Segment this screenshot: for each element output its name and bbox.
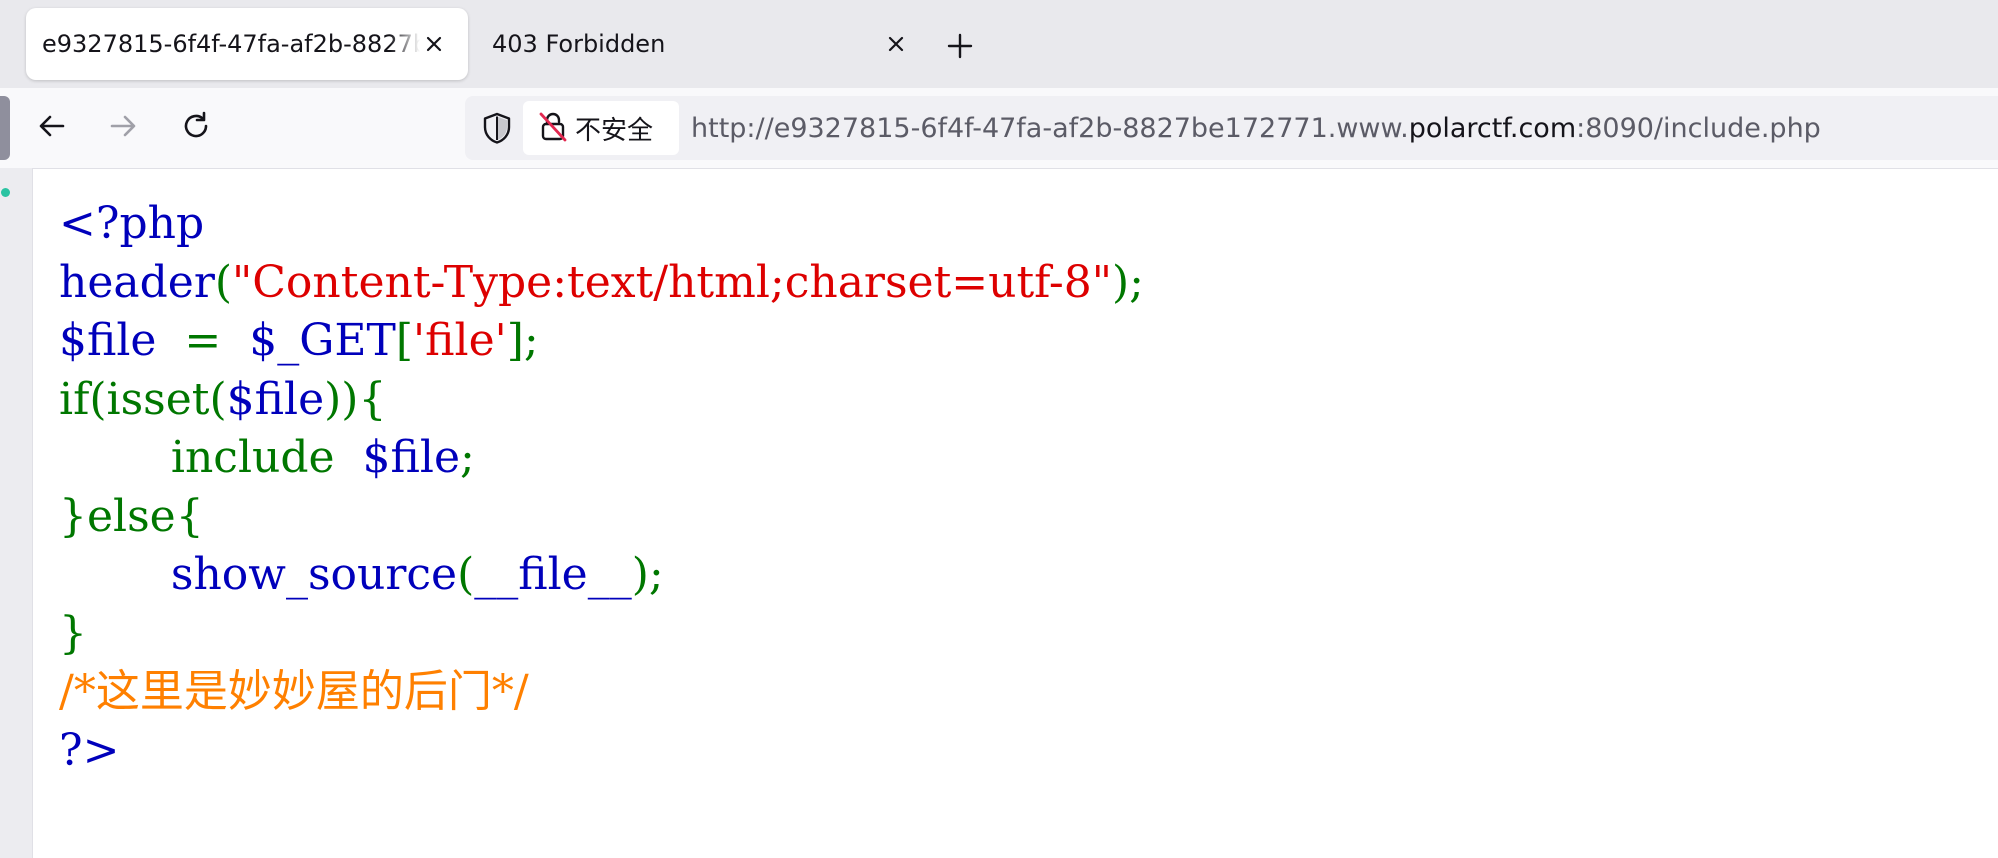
navigation-toolbar: 不安全 http://e9327815-6f4f-47fa-af2b-8827b… bbox=[0, 88, 1998, 168]
code-line: ?> bbox=[59, 722, 1144, 781]
url-display[interactable]: http://e9327815-6f4f-47fa-af2b-8827be172… bbox=[691, 96, 1821, 160]
code-token: $_GET bbox=[249, 315, 396, 366]
code-line: show_source(__file__); bbox=[59, 546, 1144, 605]
lock-slash-icon bbox=[539, 110, 567, 146]
arrow-left-icon bbox=[36, 110, 68, 146]
tab-strip: e9327815-6f4f-47fa-af2b-8827be172771.www… bbox=[0, 0, 1998, 88]
tab-title: e9327815-6f4f-47fa-af2b-8827be172771.www… bbox=[42, 30, 420, 58]
shield-icon[interactable] bbox=[479, 110, 515, 146]
code-token: ); bbox=[1111, 256, 1144, 308]
url-suffix: :8090/include.php bbox=[1576, 112, 1821, 144]
arrow-right-icon bbox=[107, 110, 139, 146]
tab-title: 403 Forbidden bbox=[492, 30, 666, 58]
php-close-tag: ?> bbox=[59, 724, 120, 776]
code-line: } bbox=[59, 605, 1144, 664]
code-token: }else{ bbox=[59, 490, 204, 542]
code-comment: /*这里是妙妙屋的后门*/ bbox=[59, 666, 529, 717]
sidebar-toggle[interactable] bbox=[0, 96, 10, 160]
address-bar[interactable]: 不安全 http://e9327815-6f4f-47fa-af2b-8827b… bbox=[465, 96, 1998, 160]
code-token: ]; bbox=[506, 315, 539, 366]
code-token: ( bbox=[457, 549, 475, 600]
code-string: 'file' bbox=[413, 315, 507, 366]
site-security-button[interactable]: 不安全 bbox=[523, 101, 679, 155]
code-line: /*这里是妙妙屋的后门*/ bbox=[59, 663, 1144, 722]
tab-include-php[interactable]: e9327815-6f4f-47fa-af2b-8827be172771.www… bbox=[26, 8, 468, 80]
code-token: $file bbox=[362, 432, 460, 483]
code-line: include $file; bbox=[59, 429, 1144, 488]
plus-icon[interactable] bbox=[940, 26, 980, 66]
indicator-dot bbox=[1, 188, 10, 197]
code-line: if(isset($file)){ bbox=[59, 371, 1144, 430]
code-line: $file = $_GET['file']; bbox=[59, 312, 1144, 371]
code-line: }else{ bbox=[59, 488, 1144, 547]
code-token: ); bbox=[631, 549, 664, 600]
code-token: } bbox=[59, 607, 87, 659]
code-token: [ bbox=[395, 315, 414, 366]
code-token: include bbox=[170, 432, 363, 483]
close-icon[interactable] bbox=[420, 30, 448, 58]
code-token: $file bbox=[59, 315, 157, 366]
tab-403-forbidden[interactable]: 403 Forbidden bbox=[476, 8, 916, 80]
code-line: header("Content-Type:text/html;charset=u… bbox=[59, 254, 1144, 313]
url-prefix: http://e9327815-6f4f-47fa-af2b-8827be172… bbox=[691, 112, 1409, 144]
close-icon[interactable] bbox=[882, 30, 910, 58]
code-token: show_source bbox=[170, 549, 458, 600]
code-token: )){ bbox=[324, 373, 387, 425]
code-string: "Content-Type:text/html;charset=utf-8" bbox=[232, 256, 1112, 308]
code-token: header bbox=[59, 256, 215, 308]
code-token: ( bbox=[214, 256, 233, 308]
code-token: if(isset( bbox=[59, 373, 227, 425]
code-token: ; bbox=[459, 432, 475, 483]
back-button[interactable] bbox=[26, 102, 78, 154]
code-token: __file__ bbox=[474, 549, 632, 600]
code-token: $file bbox=[226, 373, 325, 425]
code-token: = bbox=[156, 315, 250, 366]
reload-button[interactable] bbox=[170, 102, 222, 154]
forward-button[interactable] bbox=[97, 102, 149, 154]
code-line: <?php bbox=[59, 195, 1144, 254]
security-label: 不安全 bbox=[575, 115, 654, 146]
url-host: polarctf.com bbox=[1408, 112, 1577, 144]
php-open-tag: <?php bbox=[59, 198, 205, 249]
php-source-code: <?php header("Content-Type:text/html;char… bbox=[59, 195, 1144, 780]
reload-icon bbox=[180, 110, 212, 146]
